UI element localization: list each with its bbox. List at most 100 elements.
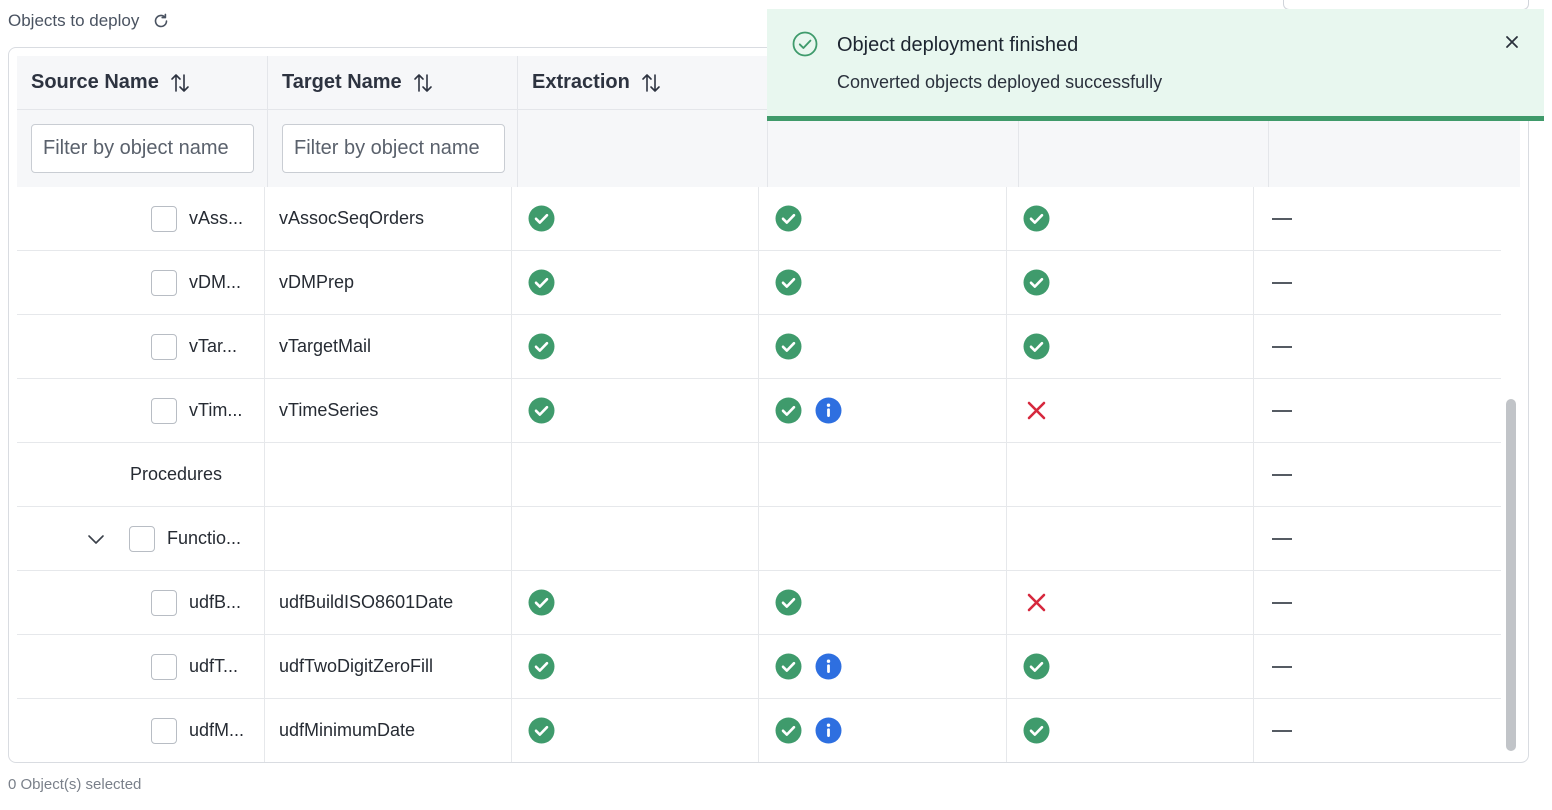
info-icon[interactable] <box>815 717 842 744</box>
table-row[interactable]: udfB... udfBuildISO8601Date <box>17 571 1501 635</box>
status-cell-6 <box>1254 443 1501 506</box>
table-row[interactable]: vTim... vTimeSeries <box>17 379 1501 443</box>
check-circle-icon <box>528 717 555 744</box>
row-checkbox[interactable] <box>151 717 177 744</box>
target-name: vTimeSeries <box>279 400 379 420</box>
column-label: Extraction <box>532 71 630 93</box>
table-row[interactable]: vTar... vTargetMail <box>17 315 1501 379</box>
column-header-target-name[interactable]: Target Name <box>268 56 518 109</box>
extraction-cell <box>512 571 759 634</box>
check-circle-icon <box>528 205 555 232</box>
check-circle-icon <box>1023 205 1050 232</box>
source-cell: vDM... <box>17 251 265 314</box>
status-cell-5 <box>1007 379 1254 442</box>
group-row[interactable]: Procedures <box>17 443 1501 507</box>
status-cell-5 <box>1007 251 1254 314</box>
folder-row[interactable]: Functio... <box>17 507 1501 571</box>
status-cell-5 <box>1007 699 1254 762</box>
source-cell: udfM... <box>17 699 265 762</box>
status-cell-4 <box>759 315 1007 378</box>
filter-cell-3 <box>518 110 768 187</box>
target-name: udfTwoDigitZeroFill <box>279 656 434 676</box>
chevron-down-icon[interactable] <box>85 528 107 550</box>
filter-cell-6 <box>1269 110 1520 187</box>
dash-icon <box>1272 537 1292 540</box>
extraction-cell <box>512 187 759 250</box>
row-checkbox[interactable] <box>151 205 177 232</box>
source-cell: Procedures <box>17 443 265 506</box>
column-header-source-name[interactable]: Source Name <box>17 56 268 109</box>
extraction-cell <box>512 251 759 314</box>
dash-icon <box>1272 665 1292 668</box>
filter-cell-5 <box>1019 110 1269 187</box>
extraction-cell <box>512 699 759 762</box>
row-checkbox[interactable] <box>151 589 177 616</box>
group-name: Procedures <box>130 464 223 484</box>
table-row[interactable]: udfM... udfMinimumDate <box>17 699 1501 762</box>
target-cell: udfBuildISO8601Date <box>265 571 512 634</box>
source-name: vTar... <box>189 336 238 356</box>
source-name: vAss... <box>189 208 244 228</box>
row-checkbox[interactable] <box>151 269 177 296</box>
extraction-cell <box>512 507 759 570</box>
check-circle-icon <box>528 333 555 360</box>
filter-cell-target <box>268 110 518 187</box>
status-cell-6 <box>1254 507 1501 570</box>
section-header: Objects to deploy <box>8 9 171 33</box>
status-cell-4 <box>759 379 1007 442</box>
dash-icon <box>1272 409 1292 412</box>
status-cell-5 <box>1007 507 1254 570</box>
check-circle-icon <box>775 205 802 232</box>
check-circle-icon <box>528 269 555 296</box>
status-cell-6 <box>1254 635 1501 698</box>
selection-count: 0 Object(s) selected <box>8 776 142 793</box>
source-name-filter-input[interactable] <box>31 124 254 173</box>
target-name: vAssocSeqOrders <box>279 208 425 228</box>
row-checkbox[interactable] <box>151 653 177 680</box>
close-icon[interactable] <box>1502 32 1522 52</box>
info-icon[interactable] <box>815 653 842 680</box>
source-name: udfB... <box>189 592 242 612</box>
check-circle-icon <box>528 653 555 680</box>
table-row[interactable]: vAss... vAssocSeqOrders <box>17 187 1501 251</box>
dash-icon <box>1272 217 1292 220</box>
dash-icon <box>1272 729 1292 732</box>
status-cell-6 <box>1254 699 1501 762</box>
x-icon <box>1023 589 1050 616</box>
row-checkbox[interactable] <box>151 397 177 424</box>
sort-arrows-icon[interactable] <box>412 72 434 94</box>
status-cell-6 <box>1254 315 1501 378</box>
table-row[interactable]: udfT... udfTwoDigitZeroFill <box>17 635 1501 699</box>
info-icon[interactable] <box>815 397 842 424</box>
refresh-icon[interactable] <box>151 11 171 31</box>
extraction-cell <box>512 315 759 378</box>
vertical-scrollbar[interactable] <box>1506 399 1516 751</box>
column-label: Target Name <box>282 71 402 93</box>
check-circle-icon <box>528 397 555 424</box>
table-row[interactable]: vDM... vDMPrep <box>17 251 1501 315</box>
dash-icon <box>1272 473 1292 476</box>
sort-arrows-icon[interactable] <box>640 72 662 94</box>
check-circle-icon <box>792 31 818 57</box>
check-circle-icon <box>528 589 555 616</box>
status-cell-5 <box>1007 315 1254 378</box>
dash-icon <box>1272 345 1292 348</box>
target-cell <box>265 507 512 570</box>
status-cell-5 <box>1007 443 1254 506</box>
extraction-cell <box>512 379 759 442</box>
status-cell-4 <box>759 571 1007 634</box>
target-name-filter-input[interactable] <box>282 124 505 173</box>
folder-name: Functio... <box>167 528 242 548</box>
dash-icon <box>1272 601 1292 604</box>
check-circle-icon <box>775 333 802 360</box>
extraction-cell <box>512 635 759 698</box>
source-cell: vAss... <box>17 187 265 250</box>
column-header-extraction[interactable]: Extraction <box>518 56 768 109</box>
target-cell: udfTwoDigitZeroFill <box>265 635 512 698</box>
status-cell-4 <box>759 635 1007 698</box>
folder-checkbox[interactable] <box>129 525 155 552</box>
sort-arrows-icon[interactable] <box>169 72 191 94</box>
row-checkbox[interactable] <box>151 333 177 360</box>
source-name: udfM... <box>189 720 245 740</box>
status-cell-6 <box>1254 379 1501 442</box>
